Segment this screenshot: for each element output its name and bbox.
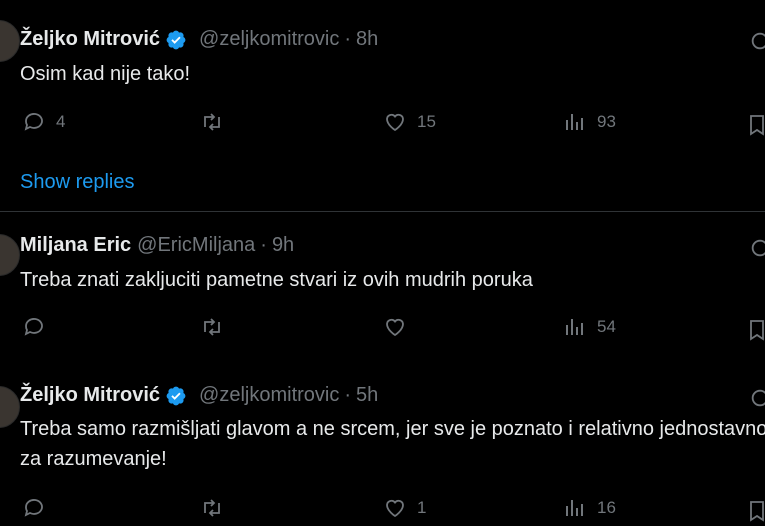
verified-badge-icon xyxy=(166,386,186,405)
reply-button[interactable]: 4 xyxy=(22,110,65,134)
avatar[interactable] xyxy=(0,20,20,62)
like-button[interactable]: 1 xyxy=(383,496,426,520)
repost-button[interactable] xyxy=(200,315,234,339)
show-replies-link[interactable]: Show replies xyxy=(20,171,135,194)
views-count: 93 xyxy=(597,112,616,131)
views-button[interactable]: 16 xyxy=(563,496,616,520)
reply-icon xyxy=(24,113,43,131)
repost-button[interactable] xyxy=(200,110,234,134)
views-count: 16 xyxy=(597,498,616,517)
repost-button[interactable] xyxy=(200,496,234,520)
reply-icon xyxy=(24,499,43,517)
timestamp[interactable]: 8h xyxy=(356,28,378,51)
author-handle[interactable]: @zeljkomitrovic xyxy=(199,384,339,407)
like-button[interactable]: 15 xyxy=(383,110,436,134)
views-icon xyxy=(566,500,583,516)
divider xyxy=(0,211,765,212)
views-icon xyxy=(566,114,583,130)
repost-icon xyxy=(204,113,220,131)
author-name[interactable]: Željko Mitrović xyxy=(20,384,160,407)
avatar[interactable] xyxy=(0,386,20,428)
separator: · xyxy=(260,234,267,256)
author-handle[interactable]: @EricMiljana xyxy=(137,234,255,257)
like-icon xyxy=(386,499,404,518)
like-icon xyxy=(386,113,404,132)
tweet-text: Osim kad nije tako! xyxy=(20,63,191,85)
views-button[interactable]: 54 xyxy=(563,315,616,339)
tweet-text: Treba samo razmišljati glavom a ne srcem… xyxy=(20,418,765,470)
grok-icon[interactable] xyxy=(749,30,765,52)
bookmark-icon[interactable] xyxy=(745,499,765,523)
separator: · xyxy=(344,384,352,406)
avatar[interactable] xyxy=(0,234,20,276)
author-name[interactable]: Miljana Eric xyxy=(20,234,131,257)
repost-icon xyxy=(204,318,220,336)
author-name[interactable]: Željko Mitrović xyxy=(20,28,160,51)
like-icon xyxy=(386,318,404,337)
reply-count: 4 xyxy=(56,112,66,131)
reply-icon xyxy=(24,318,43,336)
separator: · xyxy=(344,28,352,50)
like-count: 1 xyxy=(417,498,427,517)
reply-button[interactable] xyxy=(22,496,56,520)
timestamp[interactable]: 5h xyxy=(356,384,378,407)
bookmark-icon[interactable] xyxy=(745,318,765,342)
views-button[interactable]: 93 xyxy=(563,110,616,134)
views-icon xyxy=(566,319,583,335)
timestamp[interactable]: 9h xyxy=(272,234,294,257)
like-button[interactable] xyxy=(383,315,417,339)
verified-badge-icon xyxy=(166,30,186,49)
tweet-text: Treba znati zakljuciti pametne stvari iz… xyxy=(20,269,533,291)
repost-icon xyxy=(204,499,220,517)
views-count: 54 xyxy=(597,317,616,336)
grok-icon[interactable] xyxy=(749,237,765,259)
like-count: 15 xyxy=(417,112,436,131)
reply-button[interactable] xyxy=(22,315,56,339)
grok-icon[interactable] xyxy=(749,387,765,409)
bookmark-icon[interactable] xyxy=(745,113,765,137)
author-handle[interactable]: @zeljkomitrovic xyxy=(199,28,339,51)
